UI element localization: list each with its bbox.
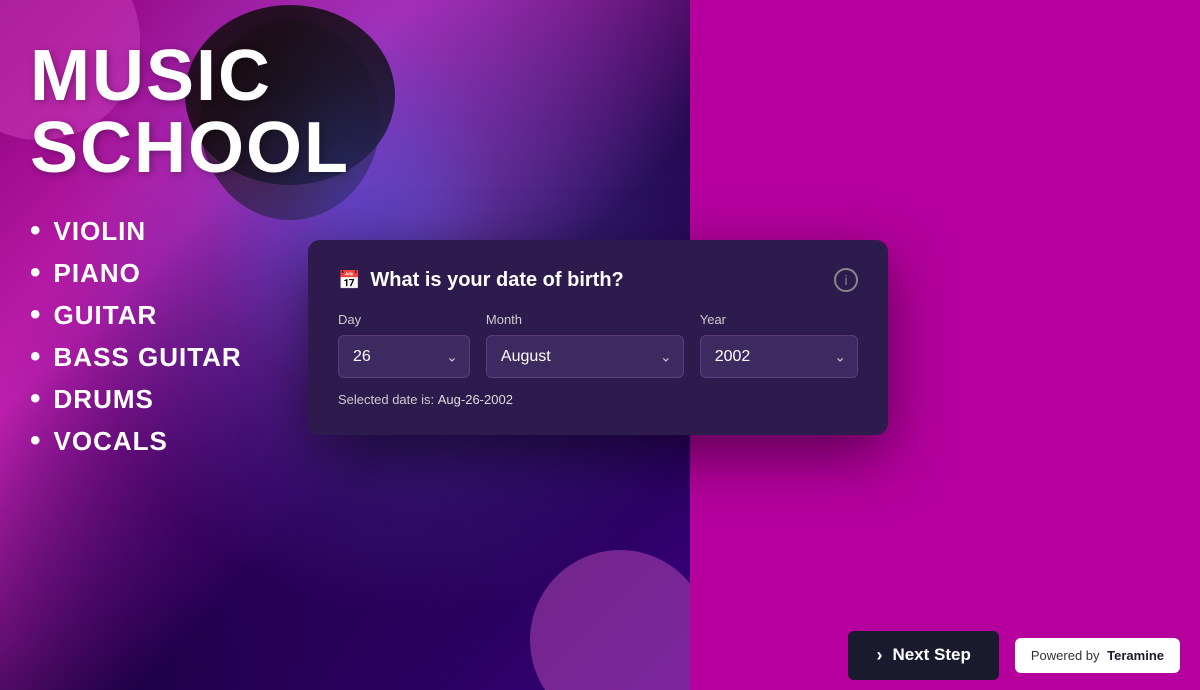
year-label: Year <box>700 312 858 327</box>
brand-name: Teramine <box>1107 648 1164 663</box>
date-selectors: Day 123456789101112131415161718192021222… <box>338 312 858 378</box>
day-label: Day <box>338 312 470 327</box>
month-label: Month <box>486 312 684 327</box>
month-selector-group: Month JanuaryFebruaryMarchAprilMayJuneJu… <box>486 312 684 378</box>
dob-card: 📅 What is your date of birth? i Day 1234… <box>308 240 888 435</box>
selected-date-display: Selected date is: Aug-26-2002 <box>338 392 858 407</box>
day-selector-group: Day 123456789101112131415161718192021222… <box>338 312 470 378</box>
bottom-bar: › Next Step Powered by Teramine <box>690 620 1200 690</box>
calendar-icon: 📅 <box>338 270 360 291</box>
card-title: What is your date of birth? <box>370 269 623 292</box>
month-select[interactable]: JanuaryFebruaryMarchAprilMayJuneJulyAugu… <box>486 335 684 378</box>
info-icon[interactable]: i <box>834 268 858 292</box>
month-selector-wrapper: JanuaryFebruaryMarchAprilMayJuneJulyAugu… <box>486 335 684 378</box>
card-header: 📅 What is your date of birth? i <box>338 268 858 292</box>
next-arrow-icon: › <box>876 645 882 666</box>
next-step-button[interactable]: › Next Step <box>848 631 998 680</box>
year-selector-wrapper: 1980198119821983198419851986198719881989… <box>700 335 858 378</box>
year-select[interactable]: 1980198119821983198419851986198719881989… <box>700 335 858 378</box>
next-step-label: Next Step <box>892 645 970 665</box>
card-title-group: 📅 What is your date of birth? <box>338 269 624 292</box>
day-select[interactable]: 1234567891011121314151617181920212223242… <box>338 335 470 378</box>
powered-by-text: Powered by <box>1031 648 1100 663</box>
day-selector-wrapper: 1234567891011121314151617181920212223242… <box>338 335 470 378</box>
powered-by-badge: Powered by Teramine <box>1015 638 1180 673</box>
school-title: MUSIC SCHOOL <box>30 40 660 184</box>
year-selector-group: Year 19801981198219831984198519861987198… <box>700 312 858 378</box>
